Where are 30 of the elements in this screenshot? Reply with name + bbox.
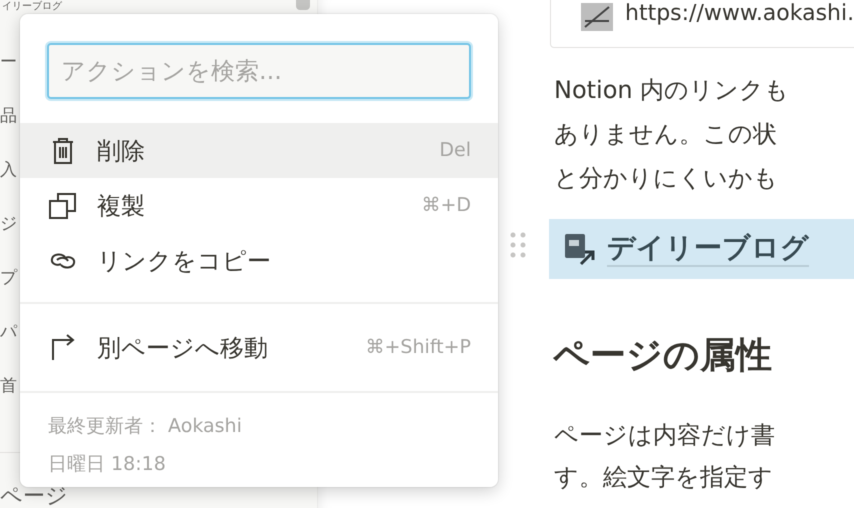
page-link[interactable]: デイリーブログ [607,231,809,267]
notebook-link-icon [563,232,597,266]
menu-item[interactable]: リンクをコピー [20,233,498,288]
section-heading: ページの属性 [553,334,772,378]
search-field[interactable]: アクションを検索... [47,43,471,99]
sidebar-item[interactable]: ページ [0,484,68,508]
bookmark-url: https://www.aokashi. [625,3,854,25]
paragraph-line: ありません。この状 [554,119,778,150]
drag-handle-icon[interactable] [510,231,526,259]
menu-item[interactable]: 別ページへ移動 ⌘+Shift+P [20,320,498,375]
scrollbar-thumb[interactable] [296,0,310,10]
sidebar-item[interactable]: パ [0,322,17,342]
page-icon [581,3,613,31]
paragraph-line: Notion 内のリンクも [554,75,790,106]
page-link-block[interactable]: デイリーブログ [549,219,854,279]
sidebar-item[interactable]: ジ [0,214,17,234]
sidebar-item[interactable]: ー [0,52,17,72]
last-edited-text: 日曜日 18:18 [48,452,167,477]
sidebar-item[interactable]: イリーブログ [2,1,62,13]
sidebar-item[interactable]: 品 [0,106,17,126]
paragraph-line: と分かりにくいかも [554,163,779,194]
sidebar-item[interactable]: 首 [0,376,17,396]
paragraph-line: ページは内容だけ書 [554,420,775,451]
menu-item[interactable]: 複製 ⌘+D [20,178,498,233]
last-edited-text: 最終更新者： Aokashi [48,414,243,439]
menu-item[interactable]: 削除 Del [20,123,498,178]
sidebar-item[interactable]: 入 [0,160,17,180]
bookmark-card[interactable]: https://www.aokashi. [550,0,854,48]
sidebar-item[interactable]: プ [0,268,17,288]
paragraph-line: す。絵文字を指定す [554,462,774,493]
